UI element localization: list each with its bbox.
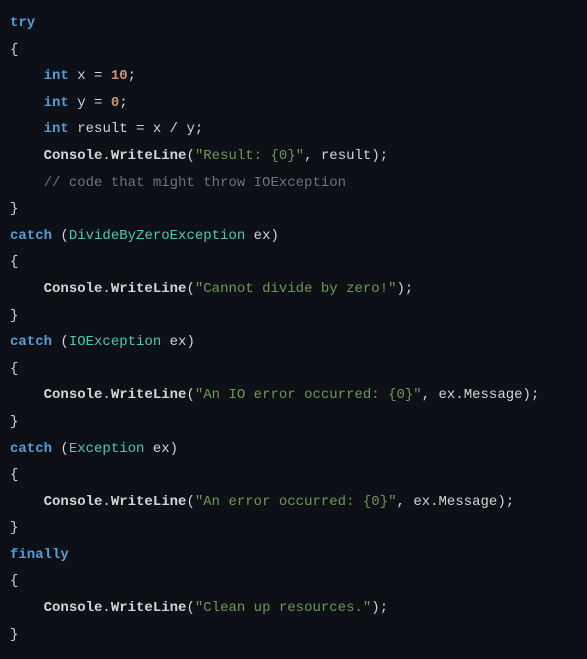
paren: )	[371, 600, 379, 616]
brace: {	[10, 467, 18, 483]
indent	[10, 387, 44, 403]
paren: )	[497, 494, 505, 510]
brace: {	[10, 361, 18, 377]
type-exception: Exception	[69, 441, 145, 457]
semi: ;	[119, 95, 127, 111]
var-y: y	[77, 95, 85, 111]
arg-exmessage: ex.Message	[439, 387, 523, 403]
indent	[10, 600, 44, 616]
op-eq: =	[136, 121, 144, 137]
paren: )	[523, 387, 531, 403]
semi: ;	[380, 600, 388, 616]
keyword-catch: catch	[10, 441, 52, 457]
paren: (	[186, 387, 194, 403]
method-writeline: WriteLine	[111, 148, 187, 164]
op-eq: =	[94, 68, 102, 84]
comma: ,	[304, 148, 312, 164]
semi: ;	[380, 148, 388, 164]
var-ex: ex	[153, 441, 170, 457]
type-int: int	[44, 95, 69, 111]
brace: }	[10, 520, 18, 536]
comma: ,	[422, 387, 430, 403]
paren: (	[60, 228, 68, 244]
string-err: "An error occurred: {0}"	[195, 494, 397, 510]
indent	[10, 68, 44, 84]
brace: }	[10, 414, 18, 430]
op-eq: =	[94, 95, 102, 111]
comma: ,	[397, 494, 405, 510]
class-console: Console	[44, 148, 103, 164]
class-console: Console	[44, 387, 103, 403]
semi: ;	[506, 494, 514, 510]
indent	[10, 121, 44, 137]
paren: (	[186, 281, 194, 297]
brace: {	[10, 42, 18, 58]
paren: (	[186, 148, 194, 164]
class-console: Console	[44, 281, 103, 297]
semi: ;	[195, 121, 203, 137]
arg-exmessage: ex.Message	[413, 494, 497, 510]
type-int: int	[44, 121, 69, 137]
paren: (	[60, 334, 68, 350]
paren: (	[186, 600, 194, 616]
brace: {	[10, 254, 18, 270]
type-ioexception: IOException	[69, 334, 161, 350]
string-io: "An IO error occurred: {0}"	[195, 387, 422, 403]
type-dividebyzero: DivideByZeroException	[69, 228, 245, 244]
keyword-finally: finally	[10, 547, 69, 563]
method-writeline: WriteLine	[111, 387, 187, 403]
method-writeline: WriteLine	[111, 600, 187, 616]
code-block: try { int x = 10; int y = 0; int result …	[10, 10, 577, 648]
var-ex: ex	[170, 334, 187, 350]
literal-0: 0	[111, 95, 119, 111]
indent	[10, 148, 44, 164]
var-ex: ex	[254, 228, 271, 244]
semi: ;	[405, 281, 413, 297]
keyword-catch: catch	[10, 334, 52, 350]
semi: ;	[128, 68, 136, 84]
brace: {	[10, 573, 18, 589]
brace: }	[10, 627, 18, 643]
keyword-try: try	[10, 15, 35, 31]
paren: (	[60, 441, 68, 457]
indent	[10, 95, 44, 111]
var-result: result	[77, 121, 127, 137]
string-result: "Result: {0}"	[195, 148, 304, 164]
string-clean: "Clean up resources."	[195, 600, 371, 616]
paren: )	[371, 148, 379, 164]
paren: )	[397, 281, 405, 297]
var-x: x	[77, 68, 85, 84]
indent	[10, 494, 44, 510]
expr-xdivy: x / y	[153, 121, 195, 137]
class-console: Console	[44, 494, 103, 510]
brace: }	[10, 308, 18, 324]
arg-result: result	[321, 148, 371, 164]
brace: }	[10, 201, 18, 217]
indent	[10, 175, 44, 191]
method-writeline: WriteLine	[111, 494, 187, 510]
paren: )	[186, 334, 194, 350]
string-divzero: "Cannot divide by zero!"	[195, 281, 397, 297]
paren: )	[270, 228, 278, 244]
indent	[10, 281, 44, 297]
semi: ;	[531, 387, 539, 403]
type-int: int	[44, 68, 69, 84]
class-console: Console	[44, 600, 103, 616]
literal-10: 10	[111, 68, 128, 84]
comment-io: // code that might throw IOException	[44, 175, 346, 191]
keyword-catch: catch	[10, 228, 52, 244]
paren: (	[186, 494, 194, 510]
paren: )	[170, 441, 178, 457]
method-writeline: WriteLine	[111, 281, 187, 297]
